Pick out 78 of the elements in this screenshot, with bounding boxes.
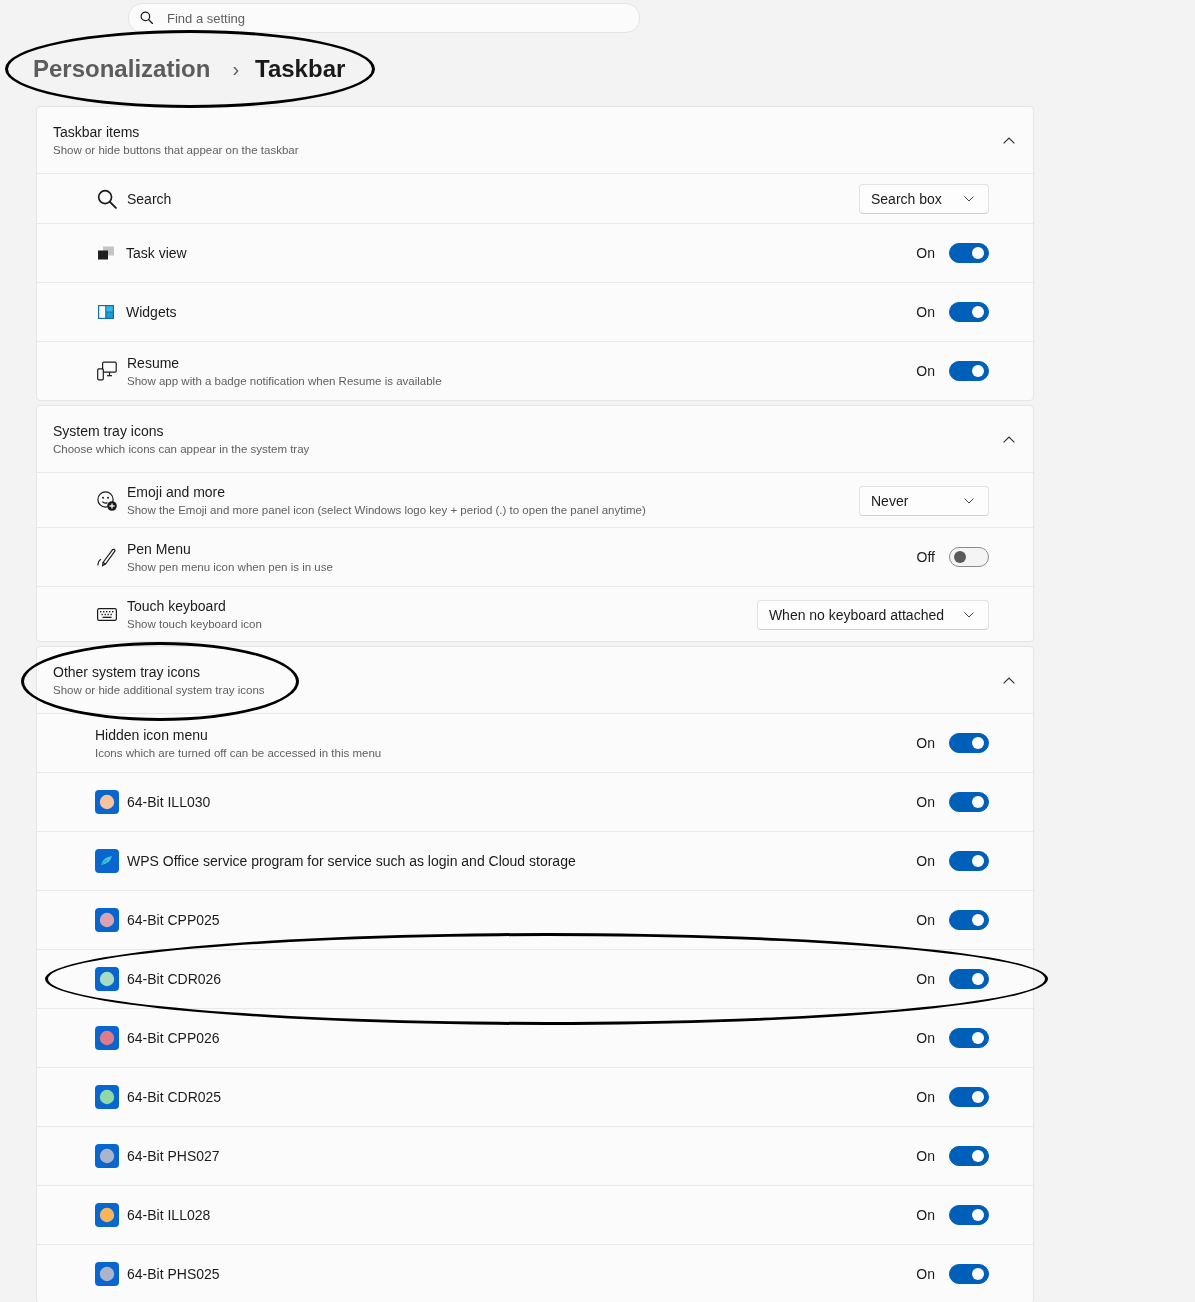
section-description: Choose which icons can appear in the system tray bbox=[53, 441, 310, 457]
search-icon bbox=[140, 11, 153, 24]
emoji-add-icon bbox=[97, 490, 117, 511]
section-description: Show or hide additional system tray icons bbox=[53, 682, 265, 698]
toggle-switch[interactable] bbox=[949, 792, 989, 812]
chevron-down-icon bbox=[964, 497, 974, 504]
chevron-down-icon bbox=[964, 611, 974, 618]
toggle-switch[interactable] bbox=[949, 1205, 989, 1225]
setting-description: Icons which are turned off can be accessed in this menu bbox=[95, 745, 383, 761]
section-description: Show or hide buttons that appear on the taskbar bbox=[53, 142, 299, 158]
toggle-switch[interactable] bbox=[949, 1087, 989, 1107]
toggle-state-label: On bbox=[916, 735, 935, 751]
toggle-switch[interactable] bbox=[949, 851, 989, 871]
setting-label: 64-Bit ILL030 bbox=[127, 792, 212, 812]
setting-description: Show pen menu icon when pen is in use bbox=[127, 559, 334, 575]
toggle-switch[interactable] bbox=[949, 547, 989, 567]
chevron-up-icon[interactable] bbox=[1003, 136, 1015, 144]
toggle-state-label: On bbox=[916, 1089, 935, 1105]
section-title: System tray icons bbox=[53, 421, 165, 441]
setting-label: Hidden icon menu bbox=[95, 725, 209, 745]
setting-label: Touch keyboard bbox=[127, 597, 227, 616]
toggle-switch[interactable] bbox=[949, 1146, 989, 1166]
keyboard-icon bbox=[97, 608, 117, 621]
setting-description: Show the Emoji and more panel icon (select Windows logo key + period (.) to open the panel anytime) bbox=[127, 503, 647, 518]
setting-label: 64-Bit CPP025 bbox=[127, 910, 221, 930]
dropdown[interactable]: Search box bbox=[859, 184, 989, 214]
setting-label: 64-Bit PHS027 bbox=[127, 1146, 221, 1166]
chevron-up-icon[interactable] bbox=[1003, 676, 1015, 684]
phone-and-monitor-icon bbox=[97, 361, 117, 381]
setting-label: WPS Office service program for service such as login and Cloud storage bbox=[127, 851, 577, 871]
breadcrumb-link[interactable]: Personalization bbox=[33, 55, 211, 83]
breadcrumb-separator: › bbox=[232, 57, 240, 81]
setting-label: Emoji and more bbox=[127, 483, 227, 502]
widgets-icon bbox=[98, 305, 114, 319]
toggle-state-label: Off bbox=[916, 549, 935, 565]
toggle-state-label: On bbox=[916, 1030, 935, 1046]
toggle-switch[interactable] bbox=[949, 969, 989, 989]
search-icon bbox=[97, 189, 117, 209]
toggle-state-label: On bbox=[916, 245, 935, 261]
setting-label: Pen Menu bbox=[127, 539, 192, 559]
setting-label: Task view bbox=[126, 243, 188, 263]
pen-icon bbox=[97, 547, 117, 567]
toggle-state-label: On bbox=[916, 912, 935, 928]
setting-label: 64-Bit ILL028 bbox=[127, 1205, 212, 1225]
chevron-up-icon[interactable] bbox=[1003, 435, 1015, 443]
setting-description: Show app with a badge notification when Resume is available bbox=[127, 373, 443, 389]
toggle-switch[interactable] bbox=[949, 1264, 989, 1284]
chevron-down-icon bbox=[964, 196, 974, 202]
setting-label: 64-Bit CDR026 bbox=[127, 969, 223, 989]
task-view-icon bbox=[98, 246, 114, 260]
toggle-state-label: On bbox=[916, 363, 935, 379]
toggle-switch[interactable] bbox=[949, 1028, 989, 1048]
setting-label: Resume bbox=[127, 353, 181, 373]
dropdown[interactable]: Never bbox=[859, 485, 989, 516]
toggle-switch[interactable] bbox=[949, 243, 989, 263]
toggle-state-label: On bbox=[916, 1207, 935, 1223]
section-title: Taskbar items bbox=[53, 122, 141, 142]
search-field[interactable]: Find a setting bbox=[128, 3, 640, 33]
toggle-state-label: On bbox=[916, 1266, 935, 1282]
toggle-state-label: On bbox=[916, 794, 935, 810]
toggle-state-label: On bbox=[916, 304, 935, 320]
toggle-switch[interactable] bbox=[949, 910, 989, 930]
setting-label: Widgets bbox=[126, 302, 178, 322]
section-title: Other system tray icons bbox=[53, 662, 202, 682]
toggle-switch[interactable] bbox=[949, 302, 989, 322]
dropdown[interactable]: When no keyboard attached bbox=[756, 599, 989, 630]
page-title: Taskbar bbox=[255, 55, 346, 83]
setting-label: 64-Bit CDR025 bbox=[127, 1087, 223, 1107]
toggle-state-label: On bbox=[916, 853, 935, 869]
setting-label: 64-Bit CPP026 bbox=[127, 1028, 221, 1048]
app-leaf-icon bbox=[95, 849, 119, 873]
toggle-state-label: On bbox=[916, 971, 935, 987]
toggle-state-label: On bbox=[916, 1148, 935, 1164]
toggle-switch[interactable] bbox=[949, 733, 989, 753]
setting-description: Show touch keyboard icon bbox=[127, 617, 263, 632]
toggle-switch[interactable] bbox=[949, 361, 989, 381]
setting-label: 64-Bit PHS025 bbox=[127, 1264, 221, 1284]
setting-label: Search bbox=[127, 189, 173, 209]
